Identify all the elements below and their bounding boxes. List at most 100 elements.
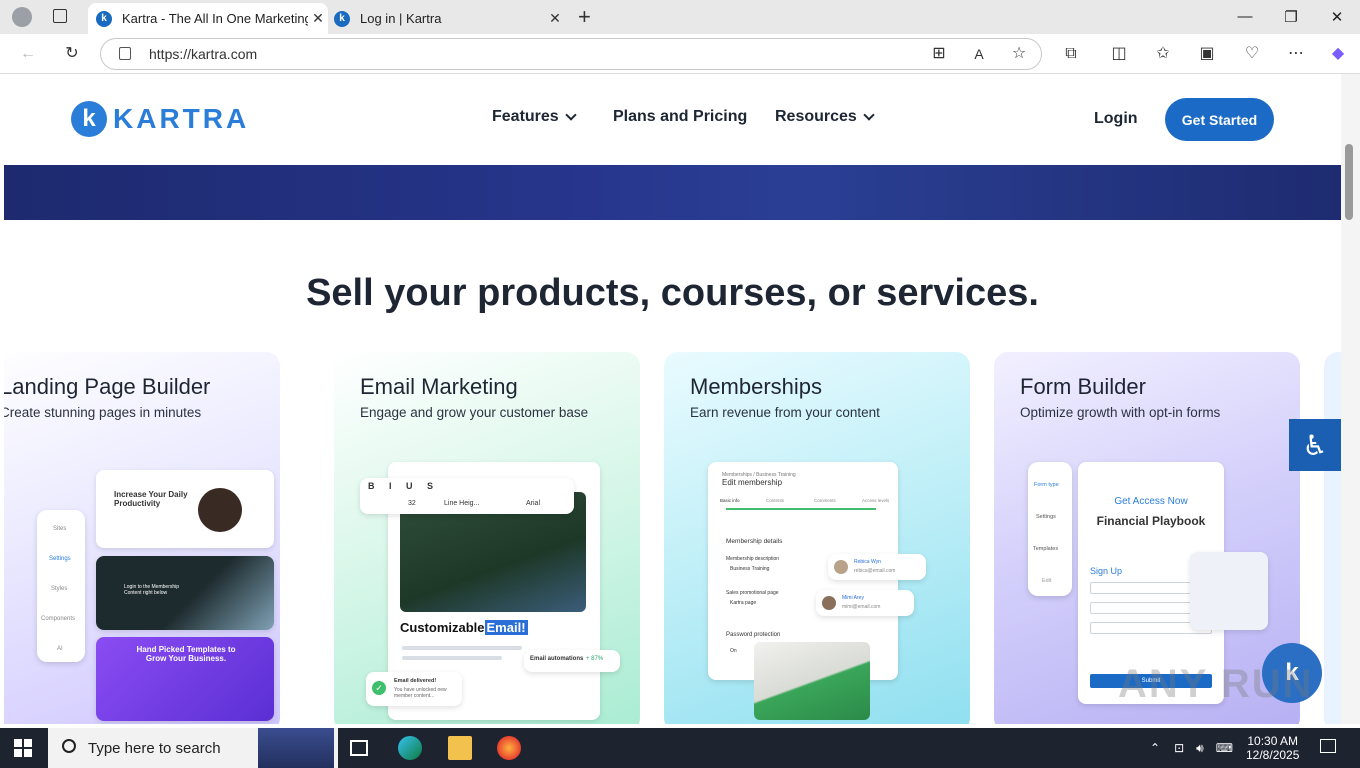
edge-browser-icon[interactable] <box>398 736 422 760</box>
caption-text: Customizable <box>400 620 485 635</box>
tab-actions-icon[interactable] <box>53 9 67 23</box>
toolbar-format-icons: B I U S <box>368 481 440 491</box>
check-icon: ✓ <box>372 681 386 695</box>
windows-start-icon[interactable] <box>14 739 32 757</box>
step-label: Contents <box>766 498 785 503</box>
nav-label: Plans and Pricing <box>613 108 748 125</box>
automation-value: + 87% <box>586 656 604 662</box>
card-landing-page-builder[interactable]: Landing Page Builder Create stunning pag… <box>4 352 280 724</box>
restore-button[interactable]: ❐ <box>1281 8 1301 26</box>
tab-kartra-login[interactable]: k Log in | Kartra ✕ <box>330 3 565 34</box>
network-icon[interactable]: ⊡ <box>1174 741 1184 755</box>
volume-icon[interactable]: 🔊︎ <box>1196 741 1204 756</box>
collections-icon[interactable]: ▣ <box>1195 42 1219 66</box>
delivered-text: You have unlocked new member content... <box>394 687 447 699</box>
caption-highlight: Email! <box>484 620 528 635</box>
automation-label: Email automations <box>530 656 584 662</box>
favorites-icon[interactable]: ✩ <box>1151 42 1175 66</box>
minimize-button[interactable]: — <box>1235 8 1255 25</box>
clock[interactable]: 10:30 AM 12/8/2025 <box>1246 728 1299 768</box>
profile-icon[interactable] <box>12 7 32 27</box>
new-tab-button[interactable]: + <box>578 4 591 30</box>
search-placeholder: Type here to search <box>88 739 221 757</box>
close-tab-icon[interactable]: ✕ <box>308 10 328 27</box>
anyrun-watermark: ANY RUN <box>1118 662 1314 706</box>
copilot-icon[interactable]: ◆ <box>1326 42 1350 66</box>
member-photo <box>754 642 870 720</box>
tab-kartra-home[interactable]: k Kartra - The All In One Marketing ✕ <box>88 3 328 34</box>
kartra-favicon-icon: k <box>334 10 350 27</box>
url-text: https://kartra.com <box>149 46 258 62</box>
kartra-logo-mark-icon: k <box>71 101 107 137</box>
browser-essentials-icon[interactable]: ♡ <box>1240 42 1264 66</box>
menu-templates: Templates <box>1033 546 1059 552</box>
nav-label: Features <box>492 108 559 125</box>
field-value: Business Training <box>730 566 770 572</box>
refresh-icon[interactable]: ↻ <box>60 42 84 66</box>
field-label: Sales promotional page <box>726 590 779 596</box>
user-email: rebica@email.com <box>854 568 896 574</box>
template-productivity: Increase Your Daily Productivity <box>96 470 274 548</box>
nav-label: Resources <box>775 108 857 125</box>
search-highlight-image <box>258 728 334 768</box>
text-line <box>402 656 502 660</box>
keyboard-icon[interactable]: ⌨ <box>1216 741 1233 755</box>
template-title: Increase Your Daily Productivity <box>114 490 188 508</box>
browser-toolbar: ← ↻ https://kartra.com ⊞ A ☆ ⧉ ◫ ✩ ▣ ♡ ⋯… <box>0 34 1360 74</box>
avatar <box>834 560 848 574</box>
nav-features[interactable]: Features <box>492 108 577 126</box>
notifications-icon[interactable] <box>1320 739 1336 753</box>
task-view-icon[interactable] <box>350 740 368 756</box>
card-title: Email Marketing <box>360 374 518 399</box>
nav-plans-pricing[interactable]: Plans and Pricing <box>613 108 747 126</box>
menu-styles: Styles <box>51 586 68 592</box>
kartra-logo[interactable]: k KARTRA <box>71 101 249 137</box>
site-header: k KARTRA Features Plans and Pricing Reso… <box>4 74 1341 165</box>
template-membership: Login to the Membership Content right be… <box>96 556 274 630</box>
split-screen-icon[interactable]: ◫ <box>1107 42 1131 66</box>
form-title: Financial Playbook <box>1096 514 1206 528</box>
favorite-star-icon[interactable]: ☆ <box>1007 42 1031 66</box>
delivered-title: Email delivered! <box>394 678 437 684</box>
page-scrollbar[interactable] <box>1341 74 1360 724</box>
menu-edit: Edit <box>1042 578 1052 584</box>
close-window-button[interactable]: ✕ <box>1327 8 1347 26</box>
back-icon[interactable]: ← <box>16 42 40 66</box>
menu-sites: Sites <box>53 526 67 532</box>
login-link[interactable]: Login <box>1094 110 1138 128</box>
form-eyebrow: Get Access Now <box>1114 496 1188 507</box>
extensions-icon[interactable]: ⧉ <box>1059 42 1083 66</box>
automation-badge: Email automations + 87% <box>524 650 620 672</box>
file-explorer-icon[interactable] <box>448 736 472 760</box>
card-email-marketing[interactable]: Email Marketing Engage and grow your cus… <box>334 352 640 724</box>
more-options-icon[interactable]: ⋯ <box>1284 42 1308 66</box>
user-chip: Mimi Arey mimi@email.com <box>816 590 914 616</box>
template-title: Hand Picked Templates to Grow Your Busin… <box>136 645 236 663</box>
menu-ai: AI <box>57 646 63 652</box>
field-label: Password protection <box>726 632 781 638</box>
card-memberships[interactable]: Memberships Earn revenue from your conte… <box>664 352 970 724</box>
step-label: Comments <box>814 498 836 503</box>
read-aloud-icon[interactable]: A <box>967 42 991 66</box>
card-subtitle: Create stunning pages in minutes <box>4 405 202 420</box>
taskbar-search[interactable]: Type here to search <box>48 728 338 768</box>
system-tray[interactable]: ⌃ ⊡ 🔊︎ ⌨ <box>1150 728 1233 768</box>
nav-resources[interactable]: Resources <box>775 108 875 126</box>
card-title: Form Builder <box>1020 374 1146 399</box>
firefox-icon[interactable] <box>497 736 521 760</box>
windows-taskbar: Type here to search ⌃ ⊡ 🔊︎ ⌨ 10:30 AM 12… <box>0 728 1360 768</box>
address-bar[interactable]: https://kartra.com ⊞ A ☆ <box>100 38 1042 70</box>
avatar <box>198 488 242 532</box>
close-tab-icon[interactable]: ✕ <box>545 10 565 27</box>
email-caption: Customizable Email! <box>400 620 528 635</box>
step-label: Access levels <box>862 498 890 503</box>
get-started-button[interactable]: Get Started <box>1165 98 1274 141</box>
email-delivered-toast: ✓ Email delivered! You have unlocked new… <box>366 672 462 706</box>
card-subtitle: Earn revenue from your content <box>690 405 880 420</box>
chevron-up-icon[interactable]: ⌃ <box>1150 741 1160 755</box>
format-toolbar: B I U S 32 Line Heig... Arial <box>360 478 574 514</box>
accessibility-icon[interactable]: ♿ <box>1289 419 1341 471</box>
app-available-icon[interactable]: ⊞ <box>927 42 951 66</box>
site-info-icon[interactable] <box>119 47 131 60</box>
scrollbar-thumb[interactable] <box>1345 144 1353 220</box>
